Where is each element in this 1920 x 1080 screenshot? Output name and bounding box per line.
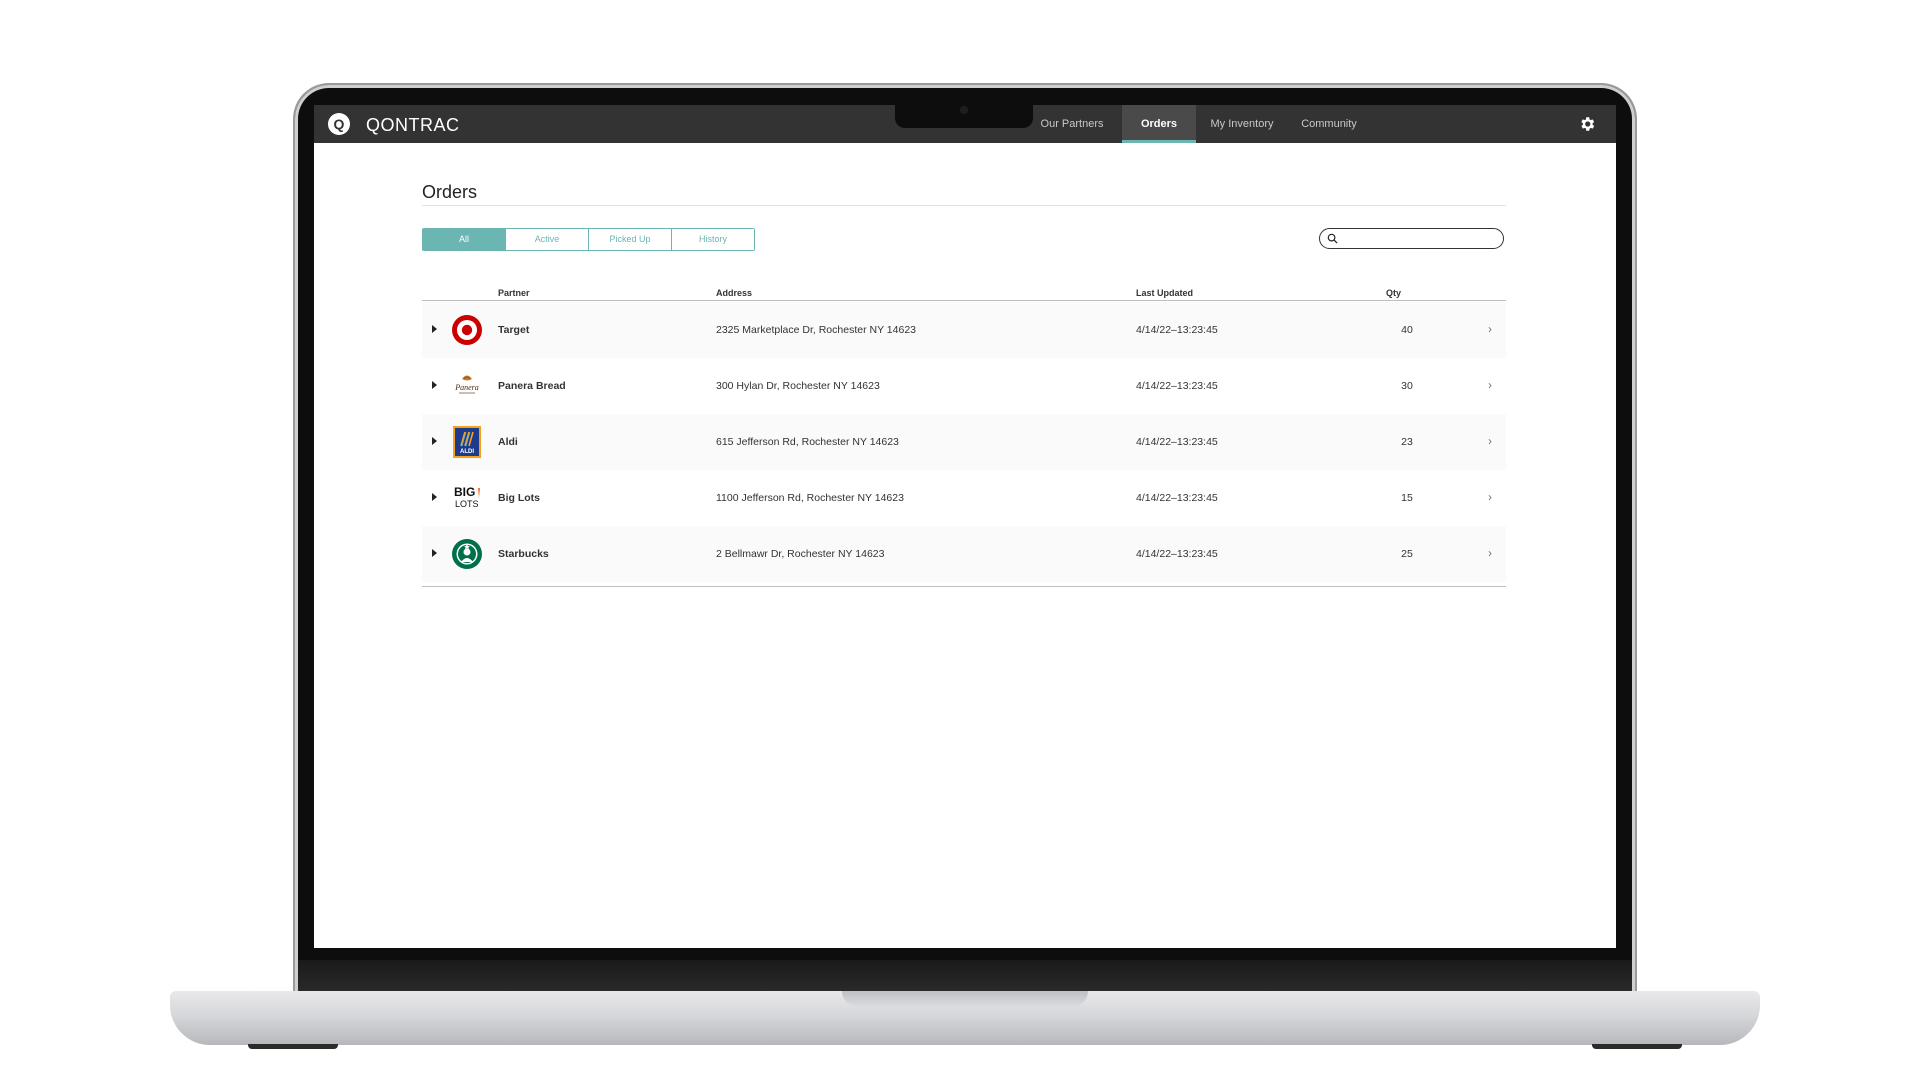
laptop-base-notch (842, 991, 1088, 1007)
table-row[interactable]: Panera Panera Bread 300 Hylan Dr, Roches… (422, 358, 1506, 414)
svg-text:BIG: BIG (454, 485, 475, 499)
biglots-logo: BIG LOTS (454, 485, 480, 509)
partner-name: Big Lots (498, 492, 540, 504)
svg-text:ALDI: ALDI (460, 449, 474, 455)
partner-address: 2325 Marketplace Dr, Rochester NY 14623 (716, 324, 917, 336)
partner-name: Target (498, 324, 530, 336)
svg-text:Panera: Panera (454, 383, 479, 392)
camera-notch (895, 104, 1033, 128)
laptop-base (170, 991, 1760, 1045)
quantity: 25 (1401, 548, 1413, 560)
tab-picked-up[interactable]: Picked Up (589, 229, 672, 250)
tab-active[interactable]: Active (506, 229, 589, 250)
expand-caret-icon[interactable] (432, 381, 437, 389)
aldi-logo: ALDI (453, 426, 481, 458)
laptop-foot-left (248, 1044, 338, 1049)
page-title: Orders (422, 182, 478, 202)
app-logo-letter: Q (333, 116, 345, 132)
chevron-right-icon[interactable]: › (1488, 378, 1492, 392)
expand-caret-icon[interactable] (432, 325, 437, 333)
chevron-right-icon[interactable]: › (1488, 322, 1492, 336)
panera-logo: Panera (454, 375, 479, 394)
app-logo-icon[interactable]: Q (328, 113, 350, 135)
app-brand[interactable]: QONTRAC (366, 115, 460, 136)
last-updated: 4/14/22–13:23:45 (1136, 436, 1218, 448)
search-box[interactable] (1319, 228, 1504, 249)
laptop-foot-right (1592, 1044, 1682, 1049)
starbucks-logo (452, 539, 482, 569)
partner-address: 615 Jefferson Rd, Rochester NY 14623 (716, 436, 899, 448)
expand-caret-icon[interactable] (432, 437, 437, 445)
filter-tabs: All Active Picked Up History (422, 228, 755, 251)
chevron-right-icon[interactable]: › (1488, 434, 1492, 448)
search-input[interactable] (1342, 231, 1496, 247)
partner-name: Aldi (498, 436, 518, 448)
quantity: 15 (1401, 492, 1413, 504)
last-updated: 4/14/22–13:23:45 (1136, 380, 1218, 392)
partner-address: 1100 Jefferson Rd, Rochester NY 14623 (716, 492, 904, 504)
partner-name: Panera Bread (498, 380, 566, 392)
table-bottom-divider (422, 586, 1506, 587)
partner-address: 300 Hylan Dr, Rochester NY 14623 (716, 380, 880, 392)
nav-our-partners[interactable]: Our Partners (1028, 105, 1116, 143)
tab-all[interactable]: All (423, 229, 506, 250)
gear-icon[interactable] (1578, 115, 1596, 133)
last-updated: 4/14/22–13:23:45 (1136, 324, 1218, 336)
table-row[interactable]: Target 2325 Marketplace Dr, Rochester NY… (422, 302, 1506, 358)
last-updated: 4/14/22–13:23:45 (1136, 548, 1218, 560)
svg-text:LOTS: LOTS (455, 499, 479, 509)
expand-caret-icon[interactable] (432, 493, 437, 501)
partner-name: Starbucks (498, 548, 549, 560)
chevron-right-icon[interactable]: › (1488, 546, 1492, 560)
screen: Q QONTRAC Our Partners Orders My Invento… (314, 105, 1616, 948)
header-partner[interactable]: Partner (498, 288, 530, 298)
header-address[interactable]: Address (716, 288, 752, 298)
chevron-right-icon[interactable]: › (1488, 490, 1492, 504)
table-row[interactable]: BIG LOTS Big Lots 1100 Jefferson Rd, Roc… (422, 470, 1506, 526)
last-updated: 4/14/22–13:23:45 (1136, 492, 1218, 504)
nav-community[interactable]: Community (1288, 105, 1370, 143)
quantity: 23 (1401, 436, 1413, 448)
nav-orders[interactable]: Orders (1122, 105, 1196, 143)
expand-caret-icon[interactable] (432, 549, 437, 557)
title-divider (422, 205, 1506, 206)
tab-history[interactable]: History (672, 229, 754, 250)
header-last-updated[interactable]: Last Updated (1136, 288, 1193, 298)
camera-dot (961, 107, 967, 113)
table-row[interactable]: ALDI Aldi 615 Jefferson Rd, Rochester NY… (422, 414, 1506, 470)
partner-address: 2 Bellmawr Dr, Rochester NY 14623 (716, 548, 885, 560)
target-logo (452, 315, 482, 345)
quantity: 30 (1401, 380, 1413, 392)
nav-my-inventory[interactable]: My Inventory (1196, 105, 1288, 143)
table-row[interactable]: Starbucks 2 Bellmawr Dr, Rochester NY 14… (422, 526, 1506, 582)
header-divider (422, 300, 1506, 301)
laptop-hinge (298, 960, 1632, 992)
search-icon (1327, 233, 1338, 244)
quantity: 40 (1401, 324, 1413, 336)
header-qty[interactable]: Qty (1386, 288, 1401, 298)
